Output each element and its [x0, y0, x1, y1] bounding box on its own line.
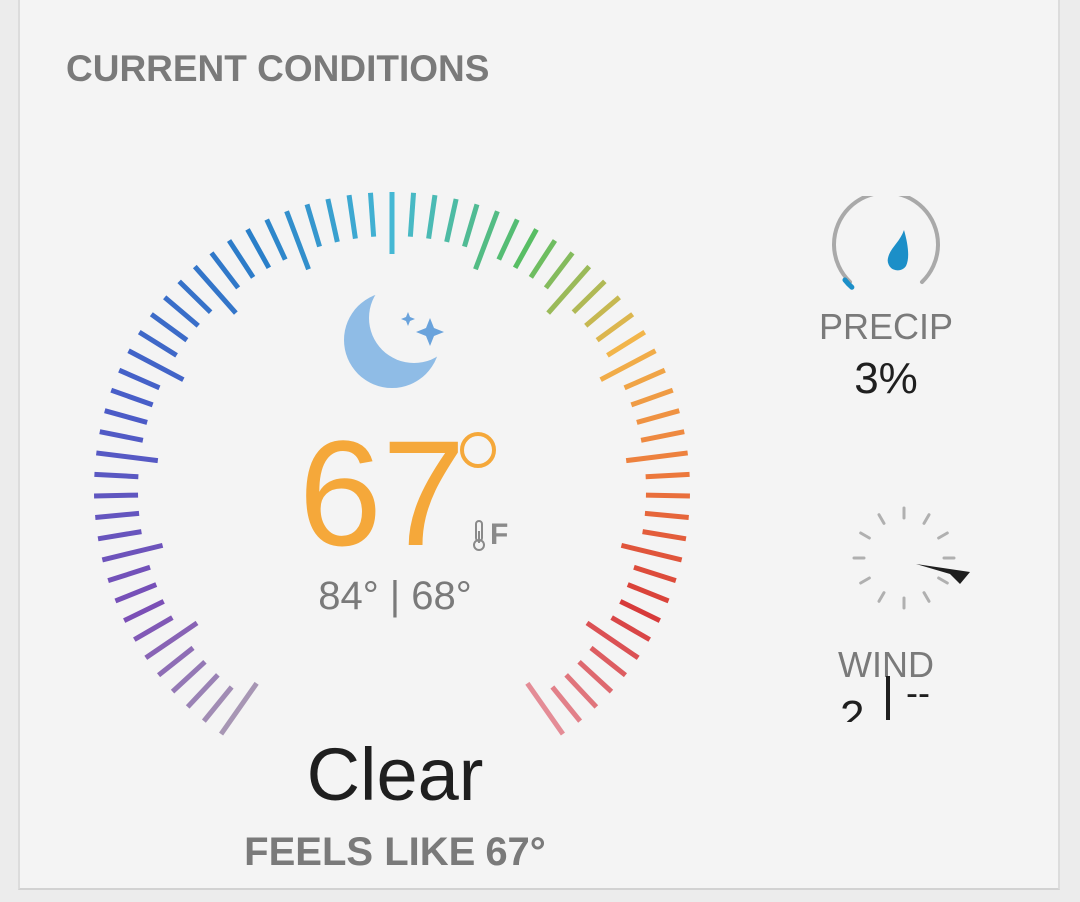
gauge-tick: [96, 450, 159, 464]
gauge-tick: [606, 329, 647, 358]
compass-tick: [922, 513, 931, 525]
gauge-tick: [636, 408, 680, 425]
gauge-tick: [630, 387, 674, 408]
precip-gauge[interactable]: [830, 196, 942, 296]
gauge-tick: [589, 645, 628, 678]
gauge-tick: [156, 645, 195, 678]
gauge-tick: [149, 312, 189, 343]
gauge-tick: [444, 198, 459, 243]
gauge-tick: [640, 429, 685, 443]
gauge-tick: [107, 564, 151, 584]
gauge-tick: [304, 203, 322, 248]
gauge-tick: [114, 582, 158, 604]
gauge-tick: [97, 529, 142, 542]
precip-value: 3%: [854, 354, 918, 403]
gauge-tick: [367, 192, 377, 237]
gauge-tick: [512, 228, 539, 270]
gauge-tick: [528, 239, 558, 279]
gauge-tick: [94, 492, 139, 499]
gauge-tick: [264, 218, 288, 261]
gauge-tick: [626, 582, 670, 604]
gauge-tick: [209, 251, 241, 290]
compass-tick: [937, 531, 949, 540]
compass-tick: [877, 591, 886, 603]
wind-marker: [886, 676, 890, 720]
compass-tick: [922, 591, 931, 603]
gauge-tick: [644, 510, 689, 520]
gauge-tick: [620, 542, 683, 563]
gauge-tick: [645, 471, 690, 480]
gauge-tick: [95, 510, 140, 520]
gauge-tick: [642, 529, 687, 542]
gauge-tick: [462, 203, 480, 248]
current-conditions-card: CURRENT CONDITIONS 67 F 84° | 68° Clear …: [18, 0, 1060, 890]
gauge-tick: [104, 408, 148, 425]
gauge-tick: [137, 329, 178, 358]
moon-stars-icon: [344, 273, 459, 388]
gauge-tick: [619, 599, 661, 623]
gauge-tick: [564, 673, 599, 709]
gauge-tick: [623, 367, 666, 391]
precip-label: PRECIP: [818, 306, 954, 347]
gauge-tick: [185, 673, 220, 709]
gauge-tick: [170, 659, 207, 694]
compass-tick: [859, 531, 871, 540]
gauge-tick: [110, 387, 154, 408]
wind-unit-fragment: --: [906, 672, 930, 713]
wind-compass[interactable]: [828, 496, 988, 616]
condition-text: Clear: [306, 733, 484, 816]
gauge-tick: [284, 210, 311, 271]
gauge-tick: [496, 218, 520, 261]
temperature-gauge: [94, 192, 690, 736]
feels-like: FEELS LIKE 67°: [220, 830, 570, 875]
compass-tick: [937, 576, 949, 585]
gauge-tick: [633, 564, 677, 584]
gauge-tick: [645, 492, 690, 499]
degree-symbol: [460, 432, 496, 468]
gauge-tick: [577, 659, 614, 694]
gauge-tick: [550, 685, 583, 723]
gauge-tick: [473, 210, 500, 271]
gauge-tick: [407, 192, 417, 237]
gauge-tick: [595, 312, 635, 343]
gauge-tick: [99, 429, 144, 443]
high-low-temperature: 84° | 68°: [318, 574, 472, 618]
unit-indicator[interactable]: F: [472, 518, 508, 552]
gauge-tick: [133, 615, 174, 642]
compass-tick: [877, 513, 886, 525]
feels-like-label: FEELS LIKE: [244, 830, 476, 874]
raindrop-icon: [887, 230, 909, 271]
gauge-tick: [201, 685, 234, 723]
gauge-tick: [177, 279, 213, 314]
gauge-tick: [325, 198, 340, 243]
feels-like-value: 67°: [485, 830, 546, 874]
wind-speed: 2: [840, 692, 865, 722]
gauge-tick: [245, 228, 272, 270]
gauge-tick: [118, 367, 161, 391]
thermometer-icon: [473, 520, 485, 551]
gauge-tick: [584, 295, 621, 328]
gauge-tick: [610, 615, 651, 642]
gauge-tick: [94, 471, 139, 480]
gauge-tick: [101, 542, 164, 563]
gauge-tick: [226, 239, 256, 279]
gauge-tick: [426, 194, 438, 240]
gauge-tick: [625, 450, 688, 464]
temperature-unit: F: [490, 518, 509, 551]
gauge-tick: [543, 251, 575, 290]
gauge-tick: [163, 295, 200, 328]
gauge-tick: [123, 599, 165, 623]
current-temperature: 67: [298, 409, 466, 577]
compass-tick: [859, 576, 871, 585]
gauge-tick: [346, 194, 358, 240]
wind-value: 2 --: [826, 672, 966, 722]
gauge-tick: [571, 279, 607, 314]
